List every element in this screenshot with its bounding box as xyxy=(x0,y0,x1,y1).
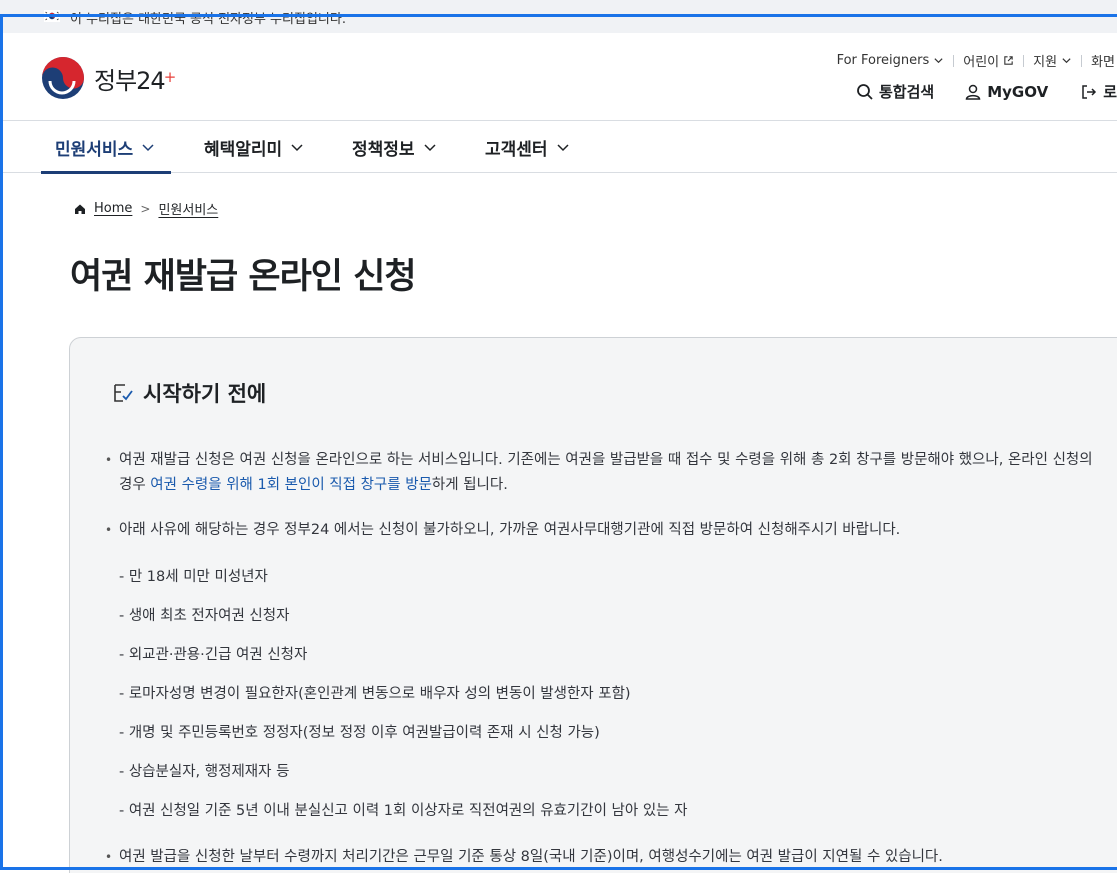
official-gov-banner: 이 누리집은 대한민국 공식 전자정부 누리집입니다. xyxy=(0,0,1117,33)
tab-label: 고객센터 xyxy=(485,139,548,160)
before-you-start-panel: 시작하기 전에 여권 재발급 신청은 여권 신청을 온라인으로 하는 서비스입니… xyxy=(69,337,1117,873)
kids-label: 어린이 xyxy=(963,55,1000,70)
tab-customer-center[interactable]: 고객센터 xyxy=(485,121,570,173)
login-icon xyxy=(1082,84,1097,99)
integrated-search-button[interactable]: 통합검색 xyxy=(856,81,934,102)
checklist-icon xyxy=(114,384,133,402)
user-icon xyxy=(965,84,981,100)
chevron-down-icon xyxy=(557,144,569,152)
p1-highlight: 여권 수령을 위해 1회 본인이 직접 창구를 방문 xyxy=(150,477,432,493)
mygov-label: MyGOV xyxy=(987,82,1049,101)
list-item: - 개명 및 주민등록번호 정정자(정보 정정 이후 여권발급이력 존재 시 신… xyxy=(119,725,600,741)
kids-link[interactable]: 어린이 xyxy=(954,51,1023,70)
for-foreigners-label: For Foreigners xyxy=(836,53,930,68)
gov24-logo[interactable]: 정부24 + xyxy=(40,55,176,101)
breadcrumb: Home > 민원서비스 xyxy=(74,199,218,218)
gov-emblem-icon xyxy=(42,57,84,99)
list-item: - 만 18세 미만 미성년자 xyxy=(119,569,268,585)
support-label: 지원 xyxy=(1033,55,1058,70)
logo-text: 정부24 xyxy=(94,66,166,95)
main-nav: 민원서비스 혜택알리미 정책정보 고객센터 xyxy=(0,121,1117,174)
panel-title: 시작하기 전에 xyxy=(143,382,267,406)
list-item: - 여권 신청일 기준 5년 이내 분실신고 이력 1회 이상자로 직전여권의 … xyxy=(119,803,688,819)
chevron-down-icon xyxy=(142,144,154,152)
list-item: - 로마자성명 변경이 필요한자(혼인관계 변동으로 배우자 성의 변동이 발생… xyxy=(119,686,631,702)
tab-label: 민원서비스 xyxy=(55,139,134,160)
logo-plus-mark: + xyxy=(163,68,177,86)
panel-heading: 시작하기 전에 xyxy=(111,378,266,408)
notice-paragraph-1: 여권 재발급 신청은 여권 신청을 온라인으로 하는 서비스입니다. 기존에는 … xyxy=(105,448,1105,498)
p1-text-end: 하게 됩니다. xyxy=(431,477,508,493)
tab-civil-service[interactable]: 민원서비스 xyxy=(40,121,172,174)
tab-benefits[interactable]: 혜택알리미 xyxy=(204,121,304,173)
tab-label: 정책정보 xyxy=(352,139,415,160)
tab-label: 혜택알리미 xyxy=(204,139,283,160)
chevron-down-icon xyxy=(291,144,303,152)
list-item: - 생애 최초 전자여권 신청자 xyxy=(119,608,290,624)
chevron-down-icon xyxy=(424,144,436,152)
search-icon xyxy=(857,83,873,100)
header-actions: 통합검색 MyGOV 로 xyxy=(826,81,1117,102)
chevron-right-icon: > xyxy=(140,201,151,216)
screen-label: 화면 xyxy=(1091,55,1115,70)
for-foreigners-menu[interactable]: For Foreigners xyxy=(828,53,954,68)
screen-menu[interactable]: 화면 xyxy=(1082,51,1117,70)
search-label: 통합검색 xyxy=(879,83,935,101)
notice-paragraph-2: 아래 사유에 해당하는 경우 정부24 에서는 신청이 불가하오니, 가까운 여… xyxy=(105,518,1105,543)
breadcrumb-current[interactable]: 민원서비스 xyxy=(158,199,218,218)
list-item: - 상습분실자, 행정제재자 등 xyxy=(119,764,290,780)
official-banner-text: 이 누리집은 대한민국 공식 전자정부 누리집입니다. xyxy=(70,12,346,27)
utility-menu: For Foreigners 어린이 지원 화면 xyxy=(828,51,1117,70)
site-header: 정부24 + For Foreigners 어린이 지원 화면 통합검색 MyG… xyxy=(0,33,1117,121)
breadcrumb-home[interactable]: Home xyxy=(94,201,132,216)
login-button[interactable]: 로 xyxy=(1080,81,1117,102)
support-menu[interactable]: 지원 xyxy=(1024,51,1081,70)
list-item: - 외교관·관용·긴급 여권 신청자 xyxy=(119,647,308,663)
notice-paragraph-3: 여권 발급을 신청한 날부터 수령까지 처리기간은 근무일 기준 통상 8일(국… xyxy=(105,845,1105,870)
chevron-down-icon xyxy=(934,58,943,64)
chevron-down-icon xyxy=(1062,58,1071,64)
mygov-button[interactable]: MyGOV xyxy=(964,83,1048,101)
korea-flag-icon xyxy=(44,10,60,22)
external-link-icon xyxy=(1004,56,1013,65)
tab-policy-info[interactable]: 정책정보 xyxy=(352,121,437,173)
page-title: 여권 재발급 온라인 신청 xyxy=(70,257,417,297)
login-label: 로 xyxy=(1103,83,1117,101)
home-icon xyxy=(75,204,85,214)
